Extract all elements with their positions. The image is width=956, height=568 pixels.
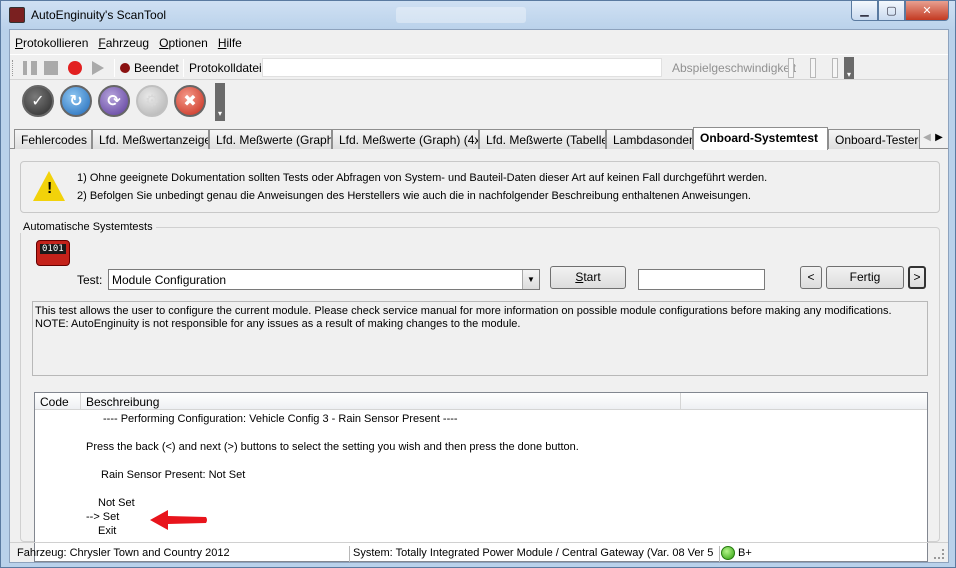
log-file-field[interactable] [262,58,662,77]
recording-status-label: Beendet [134,61,179,75]
list-item: Not Set [98,497,135,509]
background-window-tab [396,7,526,23]
tab-fehlercodes[interactable]: Fehlercodes [14,129,92,149]
column-header-beschreibung[interactable]: Beschreibung [81,393,681,410]
result-list[interactable]: Code Beschreibung ---- Performing Config… [34,392,928,562]
title-bar[interactable]: AutoEnginuity's ScanTool ▁ ▢ ✕ [1,1,955,29]
column-header-code[interactable]: Code [35,393,81,410]
settings-icon[interactable]: ⚙ [136,85,168,117]
chevron-down-icon[interactable]: ▼ [522,270,539,289]
toolbar-overflow-chevron-icon[interactable]: ▾ [844,57,854,79]
tab-lfd-messwerte-graph[interactable]: Lfd. Meßwerte (Graph) [209,129,332,149]
result-list-header: Code Beschreibung [35,393,927,410]
record-icon[interactable] [68,61,82,75]
status-dot-icon [120,63,130,73]
next-button[interactable]: > [908,266,926,289]
list-item: ---- Performing Configuration: Vehicle C… [103,413,458,425]
back-button[interactable]: < [800,266,822,289]
app-window: AutoEnginuity's ScanTool ▁ ▢ ✕ Protokoll… [0,0,956,568]
tab-lfd-messwerte-tabelle[interactable]: Lfd. Meßwerte (Tabelle) [479,129,606,149]
column-header-empty[interactable] [681,393,927,410]
client-area: Protokollieren Fahrzeug Optionen Hilfe B… [9,29,949,563]
checklist-icon[interactable]: ✓ [22,85,54,117]
red-arrow-annotation [150,510,207,530]
action-toolbar: ✓ ↻ ⟳ ⚙ ✖ ▾ [10,81,948,123]
toolbar-separator [114,59,115,77]
list-item: Press the back (<) and next (>) buttons … [86,441,579,453]
playback-speed-label: Abspielgeschwindigkeit [672,61,797,75]
status-bar: Fahrzeug: Chrysler Town and Country 2012… [10,542,948,563]
tab-onboard-testergebnisse[interactable]: Onboard-Testerg [828,129,920,149]
done-button[interactable]: Fertig [826,266,904,289]
pause-icon[interactable] [23,61,37,75]
list-item: Exit [98,525,117,537]
system-tests-group-label: Automatische Systemtests [20,221,156,233]
list-item-selected: --> Set [86,511,120,523]
test-label: Test: [77,273,103,287]
module-icon: 0101 [36,240,70,266]
toolbar-separator [183,59,184,77]
minimize-button[interactable]: ▁ [851,1,878,21]
menu-protokollieren[interactable]: Protokollieren [10,32,93,52]
playback-speed-slider-slot[interactable] [810,58,816,78]
tab-scroll-right-icon[interactable]: ▶ [932,129,946,147]
toolbar-overflow-chevron-icon[interactable]: ▾ [215,83,225,121]
toolbar-grip[interactable] [12,60,15,76]
list-item: Rain Sensor Present: Not Set [101,469,246,481]
sync-icon[interactable]: ⟳ [98,85,130,117]
tab-lambdasonden[interactable]: Lambdasonden [606,129,693,149]
disconnect-icon[interactable]: ✖ [174,85,206,117]
log-file-label: Protokolldatei [189,61,262,75]
status-system: System: Totally Integrated Power Module … [350,546,720,562]
warning-line-1: 1) Ohne geeignete Dokumentation sollten … [77,172,768,184]
tab-lfd-messwerte-graph-4x[interactable]: Lfd. Meßwerte (Graph) (4x) [332,129,479,149]
tab-lfd-messwertanzeige[interactable]: Lfd. Meßwertanzeige [92,129,209,149]
connection-status-icon [721,546,735,560]
status-vehicle: Fahrzeug: Chrysler Town and Country 2012 [14,546,350,562]
playback-speed-slider-slot[interactable] [788,58,794,78]
status-grade: B+ [738,547,752,559]
start-button[interactable]: Start [550,266,626,289]
window-title: AutoEnginuity's ScanTool [31,8,167,22]
warning-box: ! 1) Ohne geeignete Dokumentation sollte… [20,161,940,213]
test-result-field[interactable] [638,269,765,290]
resize-grip-icon[interactable] [934,549,944,559]
menu-optionen[interactable]: Optionen [154,32,213,52]
warning-line-2: 2) Befolgen Sie unbedingt genau die Anwe… [77,190,751,202]
close-button[interactable]: ✕ [905,1,949,21]
stop-icon[interactable] [44,61,58,75]
app-icon [9,7,25,23]
systemtest-page: ! 1) Ohne geeignete Dokumentation sollte… [10,149,948,562]
refresh-icon[interactable]: ↻ [60,85,92,117]
test-description: This test allows the user to configure t… [32,301,928,376]
tab-onboard-systemtest[interactable]: Onboard-Systemtest [693,127,828,150]
recording-toolbar: Beendet Protokolldatei Abspielgeschwindi… [10,54,948,80]
test-select-value: Module Configuration [112,273,227,287]
tab-strip: Fehlercodes Lfd. Meßwertanzeige Lfd. Meß… [10,127,948,150]
playback-speed-slider-slot[interactable] [832,58,838,78]
menu-bar: Protokollieren Fahrzeug Optionen Hilfe [10,32,247,52]
warning-exclamation: ! [47,180,53,197]
test-select[interactable]: Module Configuration ▼ [108,269,540,290]
menu-fahrzeug[interactable]: Fahrzeug [93,32,154,52]
play-icon[interactable] [92,61,104,75]
maximize-button[interactable]: ▢ [878,1,905,21]
menu-hilfe[interactable]: Hilfe [213,32,247,52]
